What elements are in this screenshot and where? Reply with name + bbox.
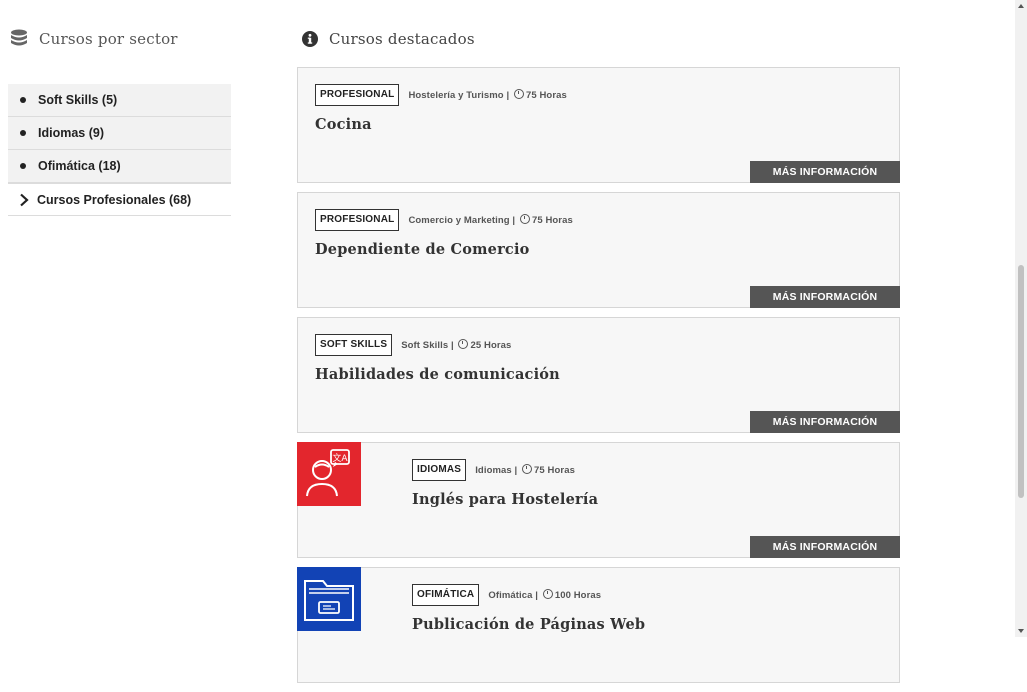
more-info-button[interactable]: MÁS INFORMACIÓN (750, 411, 900, 433)
scrollbar-thumb[interactable] (1018, 265, 1024, 498)
course-category-tag: PROFESIONAL (315, 84, 400, 106)
sidebar-item-label: Cursos Profesionales (68) (37, 192, 192, 207)
scroll-down-arrow-icon[interactable] (1018, 629, 1024, 633)
main-header: Cursos destacados (302, 26, 475, 52)
course-meta: Hostelería y Turismo | 75 Horas (408, 89, 567, 101)
clock-icon (522, 464, 533, 474)
bullet-icon (20, 130, 26, 136)
featured-course-list: PROFESIONAL Hostelería y Turismo | 75 Ho… (297, 67, 900, 692)
web-folder-icon[interactable] (297, 567, 361, 631)
database-icon (11, 29, 27, 46)
course-card-paginas-web: OFIMÁTICA Ofimática | 100 Horas Publicac… (297, 567, 900, 683)
sidebar-item-label: Ofimática (18) (38, 159, 121, 173)
course-category-tag: OFIMÁTICA (412, 584, 480, 606)
course-category-tag: SOFT SKILLS (315, 334, 393, 356)
sidebar-title: Cursos por sector (39, 30, 178, 48)
course-card-dependiente: PROFESIONAL Comercio y Marketing | 75 Ho… (297, 192, 900, 308)
vertical-scrollbar[interactable] (1015, 0, 1027, 637)
sidebar-item-label: Idiomas (9) (38, 126, 104, 140)
clock-icon (513, 89, 524, 99)
sidebar-item-label: Soft Skills (5) (38, 93, 118, 107)
course-title[interactable]: Dependiente de Comercio (315, 241, 889, 258)
page-title: Cursos destacados (329, 30, 475, 48)
sidebar-item-ofimatica[interactable]: Ofimática (18) (8, 150, 231, 183)
course-meta: Comercio y Marketing | 75 Horas (408, 214, 573, 226)
info-circle-icon (302, 31, 318, 47)
bullet-icon (20, 163, 26, 169)
clock-icon (542, 589, 553, 599)
bullet-icon (20, 97, 26, 103)
clock-icon (458, 339, 469, 349)
course-title[interactable]: Cocina (315, 116, 889, 133)
scroll-up-arrow-icon[interactable] (1018, 4, 1024, 8)
sidebar-header: Cursos por sector (10, 26, 178, 52)
course-card-habilidades: SOFT SKILLS Soft Skills | 25 Horas Habil… (297, 317, 900, 433)
svg-text:文A: 文A (332, 452, 348, 464)
course-meta: Idiomas | 75 Horas (475, 464, 575, 476)
more-info-button[interactable]: MÁS INFORMACIÓN (750, 286, 900, 308)
sector-list: Soft Skills (5) Idiomas (9) Ofimática (1… (8, 84, 231, 216)
more-info-button[interactable]: MÁS INFORMACIÓN (750, 161, 900, 183)
chevron-right-icon (20, 193, 29, 206)
course-title[interactable]: Publicación de Páginas Web (412, 616, 889, 633)
course-category-tag: IDIOMAS (412, 459, 467, 481)
course-category-tag: PROFESIONAL (315, 209, 400, 231)
course-card-cocina: PROFESIONAL Hostelería y Turismo | 75 Ho… (297, 67, 900, 183)
course-card-ingles: 文A IDIOMAS Idiomas | 75 Horas Inglés par… (297, 442, 900, 558)
sidebar-item-soft-skills[interactable]: Soft Skills (5) (8, 84, 231, 117)
translator-person-icon[interactable]: 文A (297, 442, 361, 506)
sidebar-item-cursos-profesionales[interactable]: Cursos Profesionales (68) (8, 183, 231, 216)
course-meta: Soft Skills | 25 Horas (401, 339, 512, 351)
course-meta: Ofimática | 100 Horas (488, 589, 602, 601)
sidebar-item-idiomas[interactable]: Idiomas (9) (8, 117, 231, 150)
course-title[interactable]: Habilidades de comunicación (315, 366, 889, 383)
clock-icon (519, 214, 530, 224)
more-info-button[interactable]: MÁS INFORMACIÓN (750, 536, 900, 558)
course-title[interactable]: Inglés para Hostelería (412, 491, 889, 508)
